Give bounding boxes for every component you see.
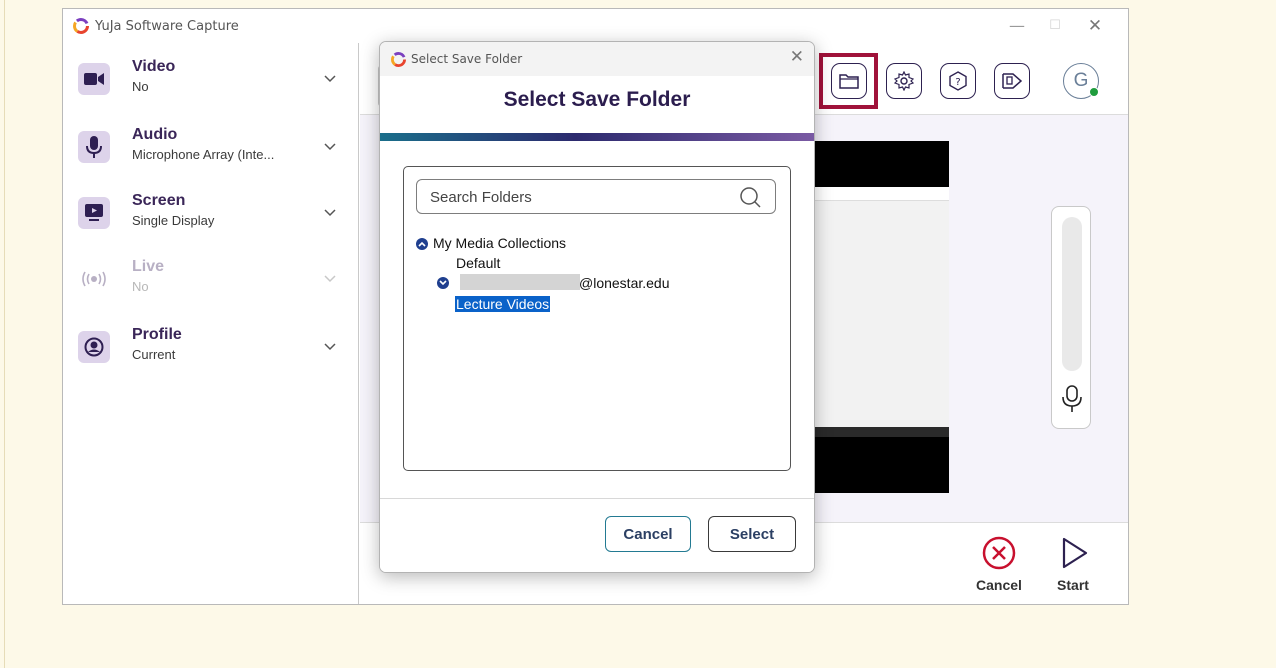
search-folders-input[interactable]: Search Folders [416, 179, 776, 214]
chevron-down-icon [324, 275, 336, 283]
user-avatar[interactable]: G [1063, 63, 1099, 99]
settings-gear-icon [894, 71, 914, 91]
title-bar: YuJa Software Capture — ☐ ✕ [63, 9, 1128, 43]
video-camera-icon [78, 63, 110, 95]
dialog-window-title: Select Save Folder [411, 52, 523, 66]
minimize-button[interactable]: — [1002, 15, 1032, 37]
tree-item-default[interactable]: Default [456, 255, 500, 271]
dialog-close-button[interactable]: ✕ [790, 47, 804, 67]
sidebar-item-title: Screen [132, 192, 186, 209]
dialog-heading: Select Save Folder [503, 88, 691, 111]
tree-item-account[interactable]: @lonestar.edu [579, 275, 670, 291]
sidebar-item-title: Video [132, 58, 176, 75]
select-button[interactable]: Select [708, 516, 796, 552]
sidebar-item-value: No [132, 279, 149, 294]
chevron-down-icon[interactable] [323, 205, 337, 219]
sidebar-item-value: Single Display [132, 213, 215, 228]
cancel-button[interactable]: Cancel [605, 516, 691, 552]
broadcast-icon [78, 263, 110, 295]
collapse-toggle-icon[interactable] [416, 238, 428, 250]
settings-button[interactable] [886, 63, 922, 99]
sidebar-item-title: Audio [132, 126, 178, 143]
sidebar-item-profile[interactable]: Profile Current [75, 325, 347, 377]
page-left-rule [4, 0, 5, 668]
announcement-icon [1002, 73, 1023, 89]
sidebar-item-live: Live No [75, 257, 347, 309]
announcement-button[interactable] [994, 63, 1030, 99]
cancel-capture-label: Cancel [976, 577, 1022, 593]
folder-tree-panel: Search Folders My Media Collections Defa… [403, 166, 791, 471]
sidebar-item-value: No [132, 79, 149, 94]
redacted-username [460, 274, 580, 290]
chevron-down-icon[interactable] [323, 139, 337, 153]
dialog-title-bar: Select Save Folder ✕ [380, 42, 814, 76]
dialog-footer: Cancel Select [380, 498, 814, 572]
help-icon: ? [949, 71, 967, 91]
sidebar-item-title: Live [132, 258, 165, 275]
app-title: YuJa Software Capture [95, 18, 239, 34]
preview-screen-thumbnail [810, 187, 949, 437]
yuja-logo-icon [73, 18, 89, 34]
start-capture-button[interactable]: Start [1048, 533, 1098, 597]
microphone-icon [1062, 385, 1082, 412]
help-button[interactable]: ? [940, 63, 976, 99]
screen-icon [78, 197, 110, 229]
close-window-button[interactable]: ✕ [1080, 15, 1110, 37]
search-icon[interactable] [739, 186, 761, 208]
expand-toggle-icon[interactable] [437, 277, 449, 289]
dialog-accent-bar [380, 133, 814, 141]
tree-item-my-media-collections[interactable]: My Media Collections [433, 235, 566, 251]
play-icon [1062, 537, 1088, 569]
screen-preview [810, 141, 949, 493]
select-save-folder-dialog: Select Save Folder ✕ Select Save Folder … [379, 41, 815, 573]
cancel-circle-icon [982, 536, 1016, 570]
capture-settings-sidebar: Video No Audio Microphone Array (Inte...… [63, 43, 359, 604]
sidebar-item-value: Current [132, 347, 176, 362]
sidebar-item-title: Profile [132, 326, 182, 343]
selected-folder-label: Lecture Videos [455, 296, 551, 312]
audio-level-track [1062, 217, 1082, 371]
audio-level-meter [1051, 206, 1091, 429]
preview-taskbar [810, 427, 949, 437]
yuja-logo-icon [391, 52, 406, 67]
cancel-capture-button[interactable]: Cancel [974, 533, 1024, 597]
sidebar-item-value: Microphone Array (Inte... [132, 147, 275, 162]
online-status-dot [1089, 87, 1099, 97]
sidebar-item-screen[interactable]: Screen Single Display [75, 191, 347, 243]
search-placeholder: Search Folders [430, 189, 532, 206]
svg-text:?: ? [955, 77, 960, 88]
profile-icon [78, 331, 110, 363]
avatar-initial: G [1073, 70, 1089, 91]
chevron-down-icon[interactable] [323, 71, 337, 85]
folder-button[interactable] [831, 63, 867, 99]
sidebar-item-audio[interactable]: Audio Microphone Array (Inte... [75, 125, 347, 177]
preview-browser-bar [810, 187, 949, 201]
microphone-icon [78, 131, 110, 163]
start-capture-label: Start [1057, 577, 1089, 593]
folder-icon [839, 74, 859, 89]
sidebar-item-video[interactable]: Video No [75, 57, 347, 109]
tree-item-lecture-videos[interactable]: Lecture Videos [455, 296, 551, 312]
maximize-button[interactable]: ☐ [1040, 15, 1070, 37]
chevron-down-icon[interactable] [323, 339, 337, 353]
